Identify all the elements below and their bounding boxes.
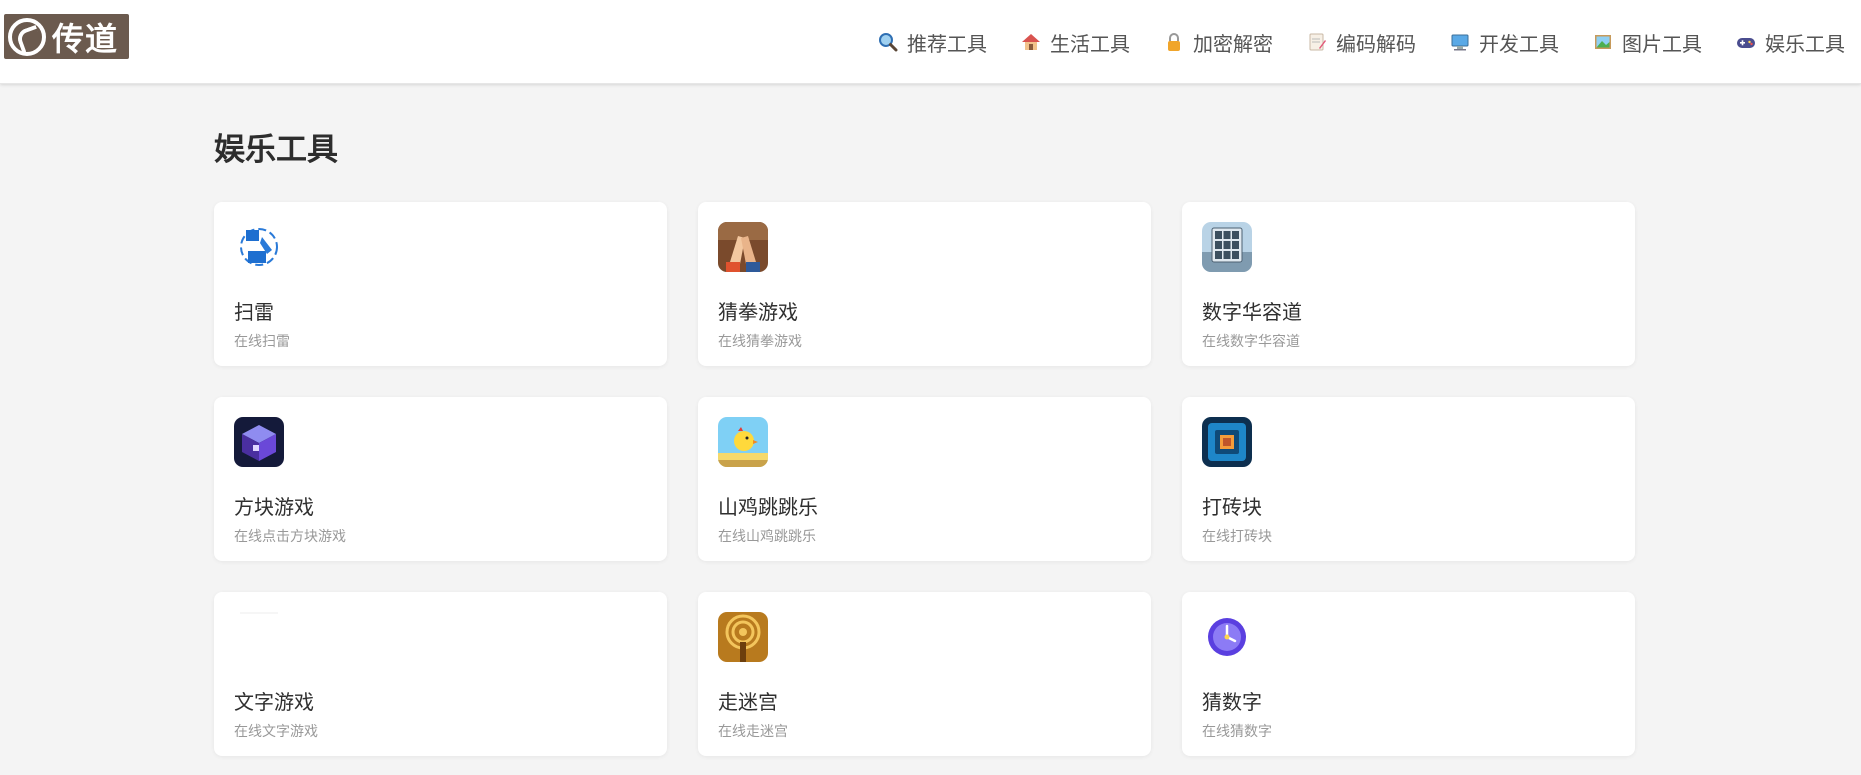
picture-icon: [1593, 32, 1613, 52]
nav-item-life[interactable]: 生活工具: [1021, 28, 1130, 57]
nav-item-crypto[interactable]: 加密解密: [1164, 28, 1273, 57]
computer-icon: [1450, 32, 1470, 52]
tool-description: 在线扫雷: [234, 334, 290, 350]
tool-description: 在线数字华容道: [1202, 334, 1300, 350]
tool-card-minesweeper[interactable]: 扫雷 在线扫雷: [214, 202, 667, 366]
tool-card-block-game[interactable]: 方块游戏 在线点击方块游戏: [214, 397, 667, 561]
tool-name: 猜拳游戏: [718, 300, 798, 324]
tool-description: 在线文字游戏: [234, 724, 318, 740]
tool-card-brick-breaker[interactable]: 打砖块 在线打砖块: [1182, 397, 1635, 561]
tool-card-chicken-jump[interactable]: 山鸡跳跳乐 在线山鸡跳跳乐: [698, 397, 1151, 561]
nav-item-label: 推荐工具: [907, 31, 987, 56]
compass-clock-icon: [1202, 612, 1252, 662]
nav-item-label: 编码解码: [1336, 31, 1416, 56]
tool-name: 方块游戏: [234, 495, 314, 519]
brick-breaker-icon: [1202, 417, 1252, 467]
maze-icon: [718, 612, 768, 662]
tool-name: 猜数字: [1202, 690, 1262, 714]
tool-name: 数字华容道: [1202, 300, 1302, 324]
top-navigation-bar: 传道 推荐工具 生活工具 加密解密 编码解码 开发工具 图片工具 娱乐工具: [0, 0, 1861, 84]
tool-card-number-puzzle[interactable]: 数字华容道 在线数字华容道: [1182, 202, 1635, 366]
nav-item-dev[interactable]: 开发工具: [1450, 28, 1559, 57]
tool-grid: 扫雷 在线扫雷 猜拳游戏 在线猜拳游戏 数字华容道 在线数字华容道 方块游戏 在…: [214, 202, 1635, 756]
logo-mark-icon: [8, 17, 46, 56]
clapping-hands-icon: [718, 222, 768, 272]
nav-item-label: 开发工具: [1479, 31, 1559, 56]
nav-item-image[interactable]: 图片工具: [1593, 28, 1702, 57]
nav-item-recommended[interactable]: 推荐工具: [878, 28, 987, 57]
nav-item-label: 图片工具: [1622, 31, 1702, 56]
tool-description: 在线点击方块游戏: [234, 529, 346, 545]
minesweeper-icon: [234, 222, 284, 272]
tool-card-text-game[interactable]: 文字游戏 在线文字游戏: [214, 592, 667, 756]
logo-text: 传道: [52, 19, 119, 58]
chick-icon: [718, 417, 768, 467]
gamepad-icon: [1736, 32, 1756, 52]
tool-name: 山鸡跳跳乐: [718, 495, 818, 519]
main-nav: 推荐工具 生活工具 加密解密 编码解码 开发工具 图片工具 娱乐工具: [878, 0, 1861, 84]
tool-description: 在线山鸡跳跳乐: [718, 529, 816, 545]
magnifier-icon: [878, 32, 898, 52]
lock-icon: [1164, 32, 1184, 52]
page-title: 娱乐工具: [214, 132, 338, 168]
tool-description: 在线打砖块: [1202, 529, 1272, 545]
number-puzzle-icon: [1202, 222, 1252, 272]
tool-description: 在线猜数字: [1202, 724, 1272, 740]
tool-description: 在线走迷宫: [718, 724, 788, 740]
text-game-icon: [234, 612, 284, 662]
tool-name: 打砖块: [1202, 495, 1262, 519]
tool-card-guess-number[interactable]: 猜数字 在线猜数字: [1182, 592, 1635, 756]
house-icon: [1021, 32, 1041, 52]
site-logo[interactable]: 传道: [4, 14, 129, 59]
tool-name: 文字游戏: [234, 690, 314, 714]
tool-name: 走迷宫: [718, 690, 778, 714]
nav-item-label: 加密解密: [1193, 31, 1273, 56]
nav-item-label: 生活工具: [1050, 31, 1130, 56]
nav-item-label: 娱乐工具: [1765, 31, 1845, 56]
nav-item-encoding[interactable]: 编码解码: [1307, 28, 1416, 57]
tool-name: 扫雷: [234, 300, 274, 324]
cube-icon: [234, 417, 284, 467]
tool-card-rock-paper-scissors[interactable]: 猜拳游戏 在线猜拳游戏: [698, 202, 1151, 366]
tool-card-maze[interactable]: 走迷宫 在线走迷宫: [698, 592, 1151, 756]
tool-description: 在线猜拳游戏: [718, 334, 802, 350]
nav-item-entertainment[interactable]: 娱乐工具: [1736, 28, 1845, 57]
memo-icon: [1307, 32, 1327, 52]
